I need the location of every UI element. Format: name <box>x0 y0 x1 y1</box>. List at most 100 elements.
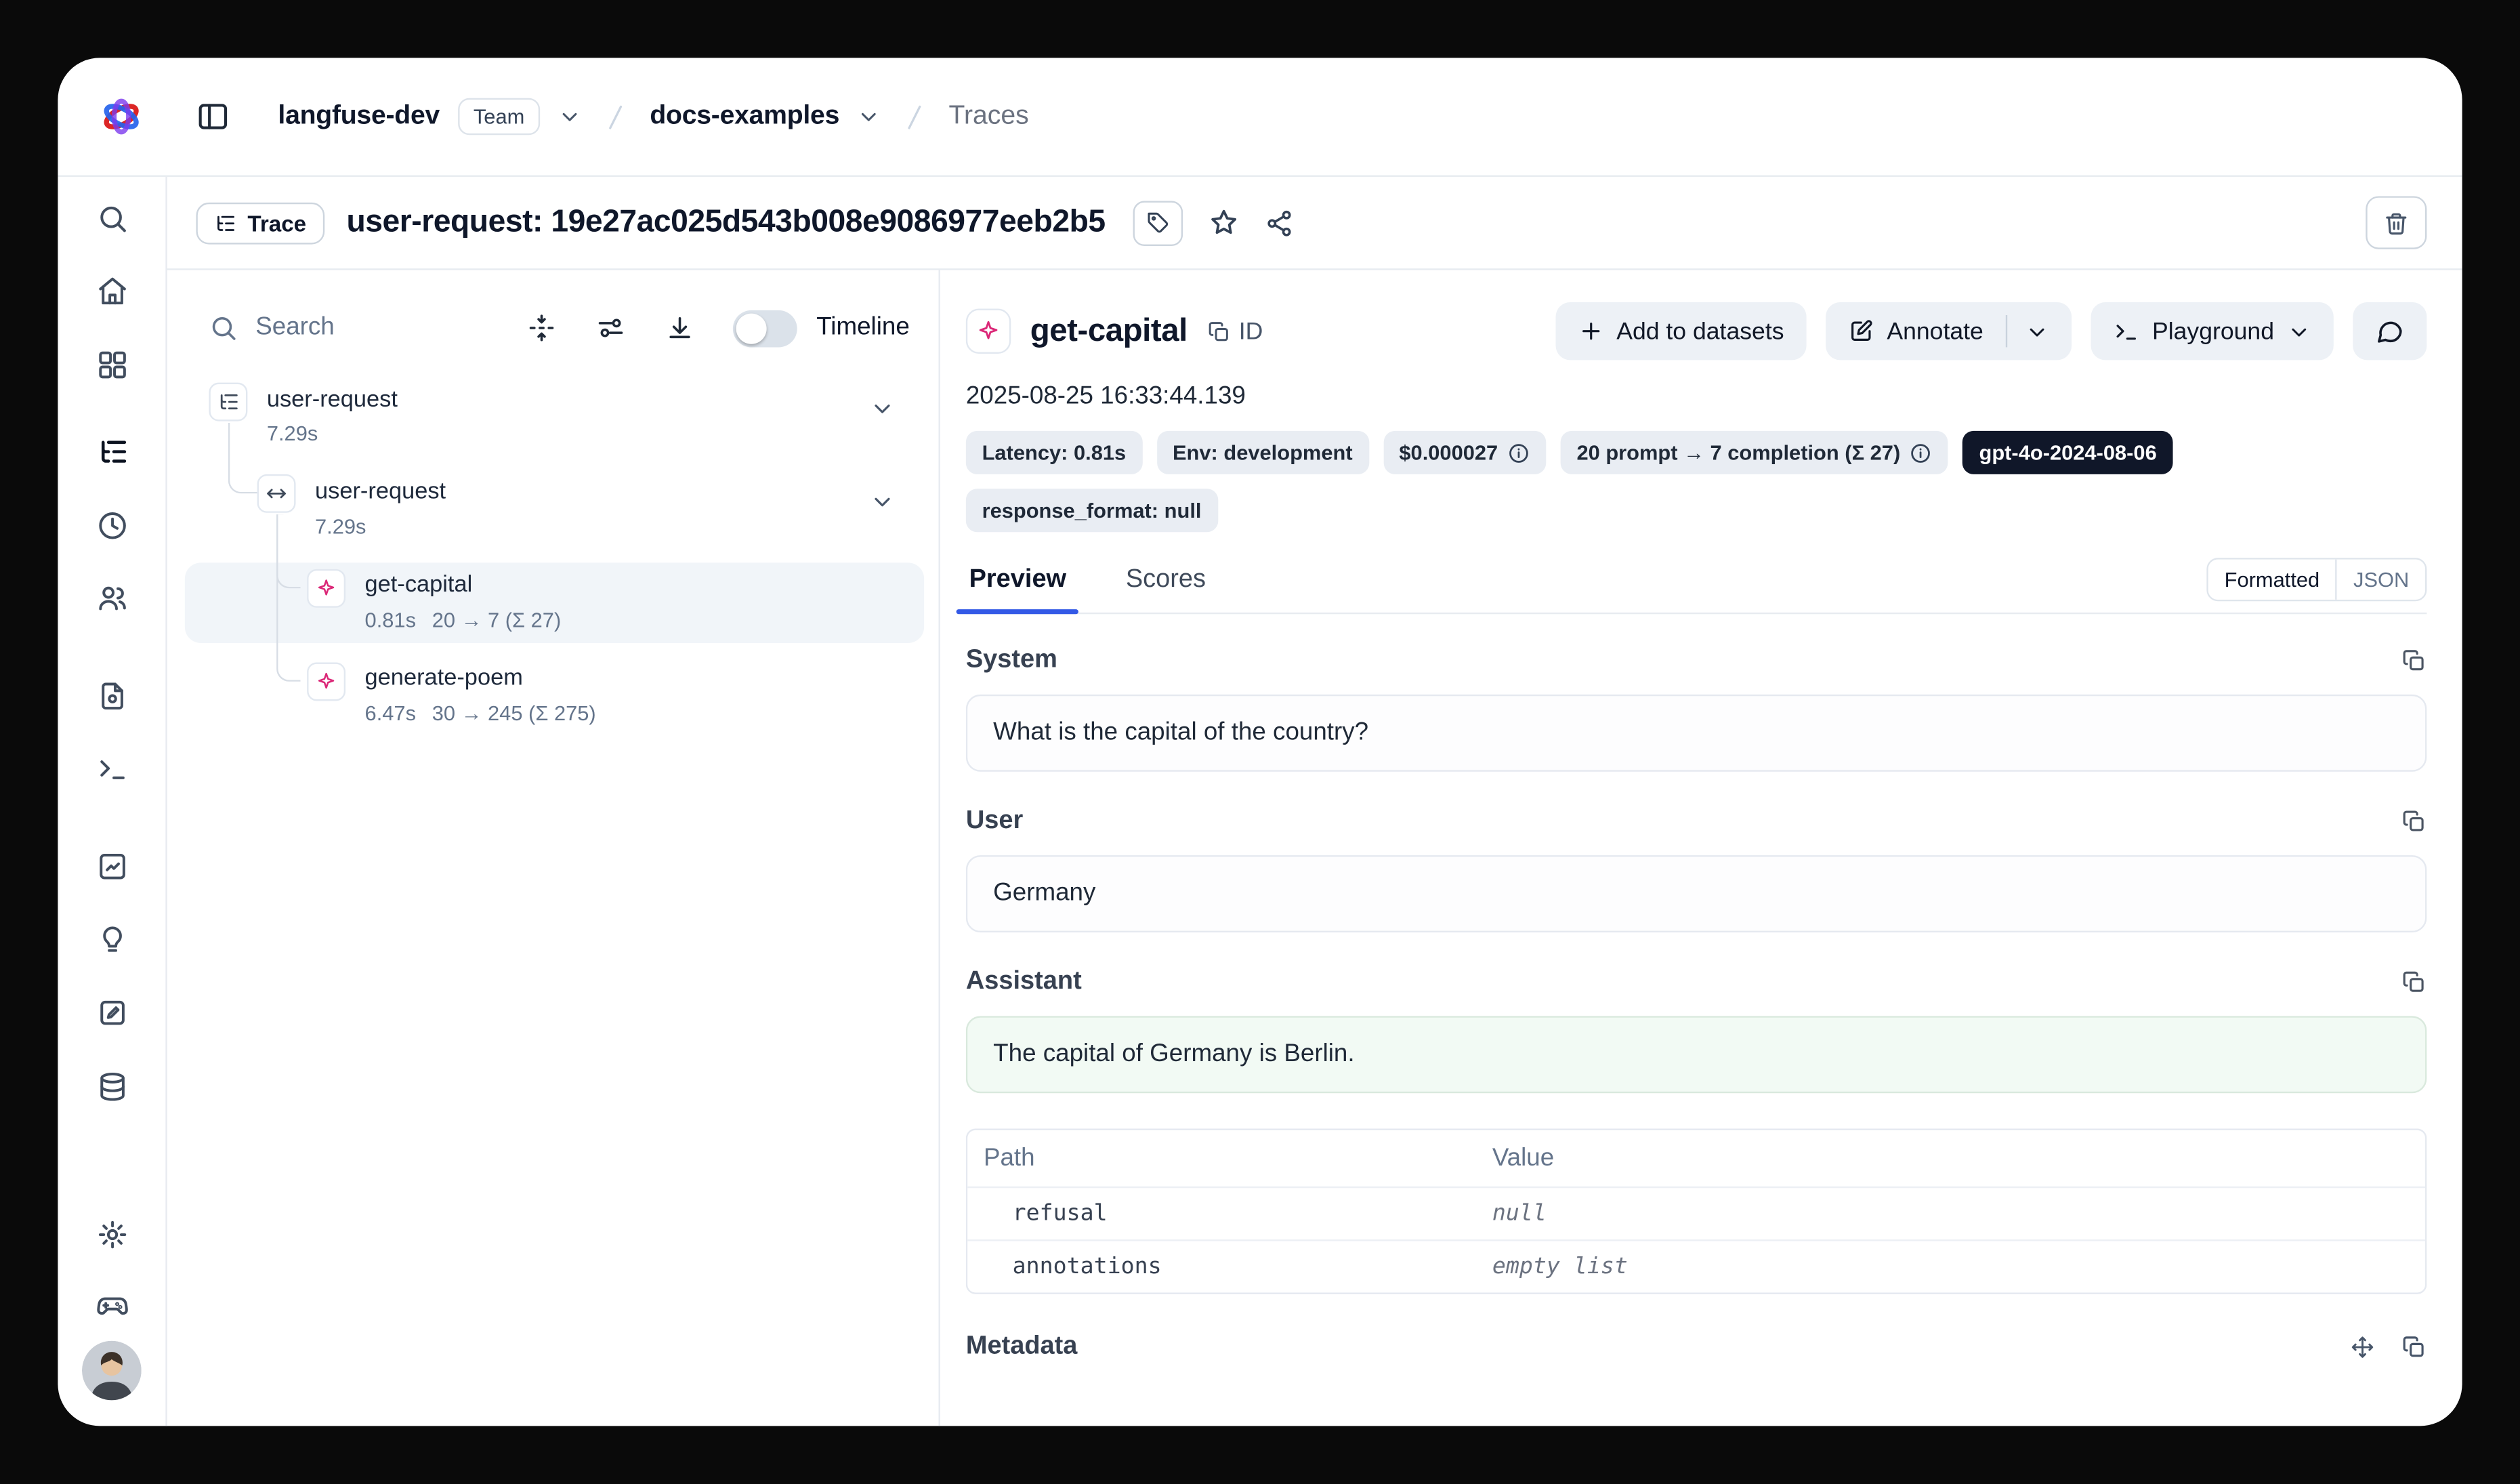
nav-rail <box>58 177 167 1426</box>
annotate-button[interactable]: Annotate <box>1826 302 2072 360</box>
project-name[interactable]: docs-examples <box>650 101 839 131</box>
tree-search-input[interactable] <box>255 314 487 343</box>
generation-row-icon[interactable] <box>307 569 345 608</box>
cost-badge: $0.000027 <box>1383 431 1547 474</box>
assistant-heading: Assistant <box>966 968 1082 997</box>
delete-trace-button[interactable] <box>2366 196 2427 249</box>
info-icon[interactable] <box>1910 441 1932 463</box>
observation-title: get-capital <box>1030 312 1188 350</box>
path-cell: annotations <box>984 1254 1162 1280</box>
generation-row-icon[interactable] <box>307 662 345 701</box>
system-message: What is the capital of the country? <box>966 695 2427 772</box>
filter-settings-icon[interactable] <box>596 314 625 343</box>
breadcrumb-slash <box>600 100 632 132</box>
datasets-icon[interactable] <box>96 1071 127 1102</box>
sidebar-toggle-icon[interactable] <box>196 100 230 133</box>
org-name[interactable]: langfuse-dev <box>278 101 440 131</box>
expand-icon[interactable] <box>2350 1334 2376 1360</box>
tree-connector <box>228 423 257 493</box>
evaluation-icon[interactable] <box>96 850 127 882</box>
tokens-badge: 20 prompt → 7 completion (Σ 27) <box>1561 431 1949 474</box>
tracing-icon[interactable] <box>96 436 127 468</box>
value-cell: null <box>1492 1201 1547 1227</box>
model-badge[interactable]: gpt-4o-2024-08-06 <box>1963 431 2173 474</box>
table-header-row: Path Value <box>967 1130 2425 1187</box>
langfuse-logo <box>100 95 143 138</box>
observation-timestamp: 2025-08-25 16:33:44.139 <box>966 383 2427 412</box>
trace-tree: user-request 7.29s user-request 7.29s <box>167 378 939 764</box>
playground-chevron-down-icon <box>2287 319 2311 344</box>
judge-icon[interactable] <box>96 923 127 955</box>
response-format-badge: response_format: null <box>966 489 1217 532</box>
path-cell: refusal <box>984 1201 1108 1227</box>
breadcrumb-section[interactable]: Traces <box>948 101 1028 131</box>
users-icon[interactable] <box>96 582 127 614</box>
tree-row-duration: 7.29s <box>267 421 318 446</box>
search-icon[interactable] <box>96 203 127 234</box>
copy-icon[interactable] <box>2401 648 2427 674</box>
tree-row-label[interactable]: generate-poem <box>365 665 523 691</box>
breadcrumb: langfuse-dev Team docs-examples Traces <box>278 98 1028 136</box>
detail-tabs: Preview Scores Formatted JSON <box>966 552 2427 615</box>
sessions-icon[interactable] <box>96 510 127 541</box>
metadata-heading: Metadata <box>966 1333 1078 1362</box>
observation-detail-panel: get-capital ID Add to datasets <box>940 270 2462 1426</box>
timeline-toggle[interactable] <box>733 310 797 347</box>
tree-row-label[interactable]: user-request <box>267 388 398 413</box>
span-row-icon[interactable] <box>257 474 296 513</box>
copy-id-button[interactable]: ID <box>1206 318 1263 345</box>
playground-button[interactable]: Playground <box>2091 302 2334 360</box>
breadcrumb-slash <box>899 100 931 132</box>
user-avatar[interactable] <box>82 1341 142 1401</box>
chevron-down-icon[interactable] <box>869 396 895 421</box>
format-json[interactable]: JSON <box>2337 560 2425 600</box>
param-badges: response_format: null <box>966 489 2427 532</box>
app-window: langfuse-dev Team docs-examples Traces <box>58 58 2462 1426</box>
user-message: Germany <box>966 855 2427 932</box>
download-icon[interactable] <box>665 314 694 343</box>
home-icon[interactable] <box>96 275 127 307</box>
timeline-toggle-label: Timeline <box>816 314 910 343</box>
id-label: ID <box>1239 318 1263 345</box>
path-column-header: Path <box>967 1144 1492 1173</box>
value-cell: empty list <box>1492 1254 1628 1280</box>
trace-type-label: Trace <box>247 210 306 236</box>
tree-row-label[interactable]: user-request <box>315 479 446 505</box>
annotation-icon[interactable] <box>96 997 127 1029</box>
value-column-header: Value <box>1492 1144 2425 1173</box>
share-button[interactable] <box>1264 208 1293 237</box>
comments-button[interactable] <box>2353 302 2427 360</box>
tree-search-icon <box>209 314 238 343</box>
add-to-datasets-button[interactable]: Add to datasets <box>1555 302 1807 360</box>
table-row: refusal null <box>967 1187 2425 1239</box>
desktop-background: langfuse-dev Team docs-examples Traces <box>0 0 2520 1484</box>
copy-icon[interactable] <box>2401 808 2427 834</box>
trace-row-icon[interactable] <box>209 383 247 421</box>
env-badge: Env: development <box>1156 431 1368 474</box>
chevron-down-icon[interactable] <box>869 489 895 514</box>
button-divider <box>2006 315 2007 347</box>
system-heading: System <box>966 646 1057 676</box>
copy-icon[interactable] <box>2401 1334 2427 1360</box>
latency-badge: Latency: 0.81s <box>966 431 1142 474</box>
playground-icon[interactable] <box>96 752 127 784</box>
tab-scores[interactable]: Scores <box>1122 552 1209 613</box>
tree-row-label[interactable]: get-capital <box>365 573 473 598</box>
format-formatted[interactable]: Formatted <box>2208 560 2337 600</box>
trace-type-badge: Trace <box>196 202 324 244</box>
project-chevron-down-icon[interactable] <box>857 104 881 129</box>
info-icon[interactable] <box>1507 441 1530 463</box>
annotate-chevron-down-icon[interactable] <box>2025 319 2050 344</box>
tab-preview[interactable]: Preview <box>966 552 1070 613</box>
tag-button[interactable] <box>1133 200 1183 245</box>
app-header: langfuse-dev Team docs-examples Traces <box>58 58 2462 177</box>
support-icon[interactable] <box>96 1290 127 1321</box>
dashboards-icon[interactable] <box>96 349 127 381</box>
collapse-all-icon[interactable] <box>527 314 556 343</box>
trace-tree-panel: Timeline user-request 7.29s <box>167 270 940 1426</box>
prompts-icon[interactable] <box>96 680 127 712</box>
copy-icon[interactable] <box>2401 970 2427 995</box>
settings-icon[interactable] <box>96 1218 127 1250</box>
star-button[interactable] <box>1208 207 1238 238</box>
org-chevron-down-icon[interactable] <box>558 104 583 129</box>
